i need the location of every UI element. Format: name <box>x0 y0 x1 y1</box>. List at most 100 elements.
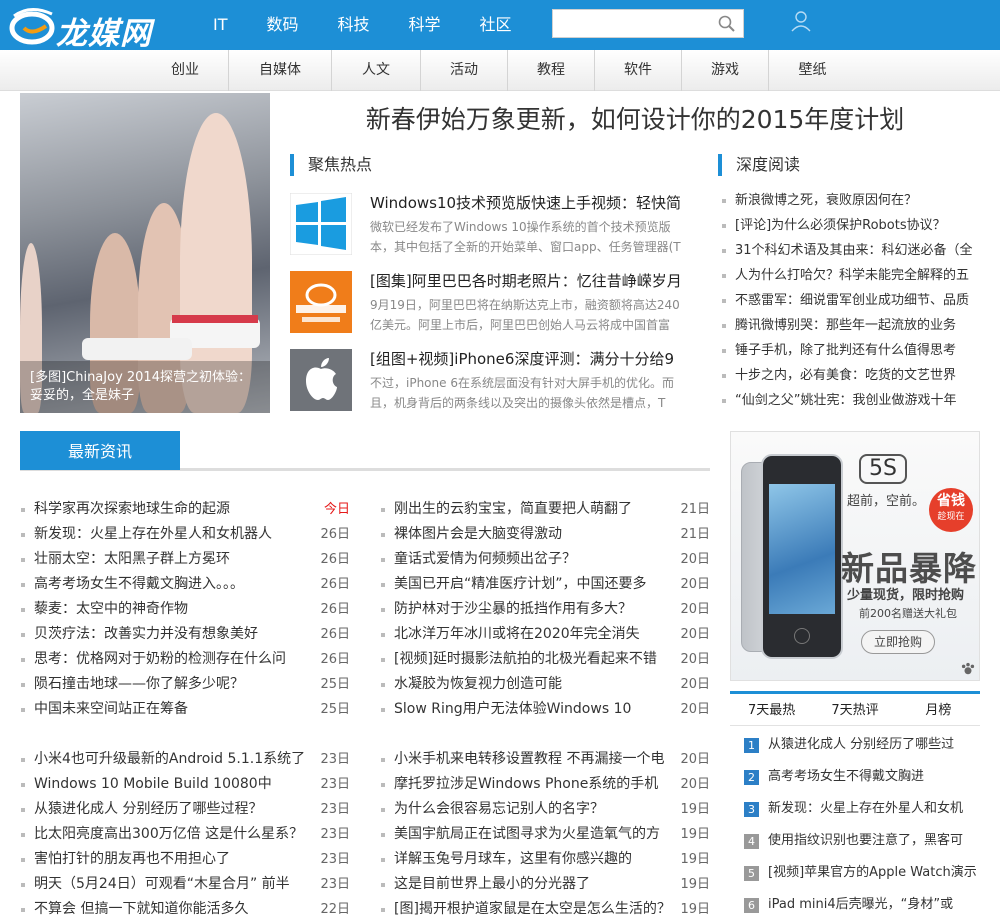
news-item-title[interactable]: 从猿进化成人 分别经历了哪些过程？ <box>34 797 309 822</box>
news-item-title[interactable]: [视频]延时摄影法航拍的北极光看起来不错 <box>394 647 669 672</box>
news-item-title[interactable]: 藜麦：太空中的神奇作物 <box>34 597 309 622</box>
deep-reading-item[interactable]: 31个科幻术语及其由来：科幻迷必备（全 <box>718 238 980 263</box>
deep-reading-item[interactable]: 十步之内，必有美食：吃货的文艺世界 <box>718 363 980 388</box>
ranking-item-title[interactable]: 新发现：火星上存在外星人和女机 <box>768 801 963 816</box>
tab-monthly[interactable]: 月榜 <box>897 694 980 725</box>
news-item-title[interactable]: 中国未来空间站正在筹备 <box>34 697 309 722</box>
news-item-title[interactable]: 新发现：火星上存在外星人和女机器人 <box>34 522 309 547</box>
main-nav-tech[interactable]: 科技 <box>330 0 378 50</box>
focus-item-title[interactable]: Windows10技术预览版快速上手视频：轻快简 <box>370 193 690 213</box>
news-item-title[interactable]: [图]揭开根护道家鼠是在太空是怎么生活的？ <box>394 897 669 922</box>
feature-image[interactable]: [多图]ChinaJoy 2014探营之初体验：妥妥的，全是妹子 <box>20 93 270 413</box>
ad-buy-button[interactable]: 立即抢购 <box>861 630 935 654</box>
news-item[interactable]: 摩托罗拉涉足Windows Phone系统的手机 20日 <box>380 772 710 797</box>
focus-item-title[interactable]: [组图+视频]iPhone6深度评测：满分十分给9 <box>370 349 690 369</box>
news-item-title[interactable]: 明天（5月24日）可观看“木星合月” 前半 <box>34 872 309 897</box>
news-item[interactable]: Slow Ring用户无法体验Windows 10 20日 <box>380 697 710 722</box>
deep-reading-item[interactable]: “仙剑之父”姚壮宪：我创业做游戏十年 <box>718 388 980 413</box>
focus-item[interactable]: [组图+视频]iPhone6深度评测：满分十分给9 不过，iPhone 6在系统… <box>290 349 690 411</box>
news-item[interactable]: 防护林对于沙尘暴的抵挡作用有多大？ 20日 <box>380 597 710 622</box>
main-nav-digital[interactable]: 数码 <box>259 0 307 50</box>
news-item[interactable]: 刚出生的云豹宝宝，简直要把人萌翻了 21日 <box>380 497 710 522</box>
news-item[interactable]: [图]揭开根护道家鼠是在太空是怎么生活的？ 19日 <box>380 897 710 922</box>
news-item[interactable]: 这是目前世界上最小的分光器了 19日 <box>380 872 710 897</box>
news-item-title[interactable]: 科学家再次探索地球生命的起源 <box>34 497 309 522</box>
main-nav-community[interactable]: 社区 <box>472 0 520 50</box>
news-item-title[interactable]: 比太阳亮度高出300万亿倍 这是什么星系？ <box>34 822 309 847</box>
deep-reading-item[interactable]: 不惑雷军：细说雷军创业成功细节、品质 <box>718 288 980 313</box>
news-item[interactable]: 裸体图片会是大脑变得激动 21日 <box>380 522 710 547</box>
sub-nav-humanities[interactable]: 人文 <box>332 50 421 91</box>
news-item[interactable]: 小米4也可升级最新的Android 5.1.1系统了 23日 <box>20 747 350 772</box>
news-item-title[interactable]: 防护林对于沙尘暴的抵挡作用有多大？ <box>394 597 669 622</box>
news-item[interactable]: 详解玉兔号月球车，这里有你感兴趣的 19日 <box>380 847 710 872</box>
sub-nav-tutorials[interactable]: 教程 <box>508 50 595 91</box>
news-item-title[interactable]: 贝茨疗法：改善实力并没有想象美好 <box>34 622 309 647</box>
news-item[interactable]: 藜麦：太空中的神奇作物 26日 <box>20 597 350 622</box>
ranking-item[interactable]: 1 从猿进化成人 分别经历了哪些过 <box>730 729 980 761</box>
news-item[interactable]: 北冰洋万年冰川或将在2020年完全消失 20日 <box>380 622 710 647</box>
focus-item[interactable]: Windows10技术预览版快速上手视频：轻快简 微软已经发布了Windows … <box>290 193 690 255</box>
sub-nav-we-media[interactable]: 自媒体 <box>229 50 332 91</box>
sub-nav-events[interactable]: 活动 <box>421 50 508 91</box>
news-item-title[interactable]: 美国已开启“精准医疗计划”，中国还要多 <box>394 572 669 597</box>
news-item[interactable]: Windows 10 Mobile Build 10080中 23日 <box>20 772 350 797</box>
ranking-item[interactable]: 3 新发现：火星上存在外星人和女机 <box>730 793 980 825</box>
news-item-title[interactable]: 思考：优格网对于奶粉的检测存在什么问 <box>34 647 309 672</box>
news-item[interactable]: 新发现：火星上存在外星人和女机器人 26日 <box>20 522 350 547</box>
deep-reading-item[interactable]: 锤子手机，除了批判还有什么值得思考 <box>718 338 980 363</box>
deep-reading-item[interactable]: [评论]为什么必须保护Robots协议？ <box>718 213 980 238</box>
site-logo[interactable]: 龙媒网 <box>8 6 173 52</box>
news-item-title[interactable]: 水凝胶为恢复视力创造可能 <box>394 672 669 697</box>
search-input[interactable] <box>553 10 713 37</box>
main-nav-it[interactable]: IT <box>205 0 236 50</box>
news-item[interactable]: 思考：优格网对于奶粉的检测存在什么问 26日 <box>20 647 350 672</box>
ranking-item[interactable]: 4 使用指纹识别也要注意了，黑客可 <box>730 825 980 857</box>
news-item-title[interactable]: 壮丽太空：太阳黑子群上方冕环 <box>34 547 309 572</box>
news-item-title[interactable]: 裸体图片会是大脑变得激动 <box>394 522 669 547</box>
news-item-title[interactable]: 小米4也可升级最新的Android 5.1.1系统了 <box>34 747 309 772</box>
news-item[interactable]: 高考考场女生不得戴文胸进入。。。 26日 <box>20 572 350 597</box>
news-item[interactable]: 童话式爱情为何频频出岔子？ 20日 <box>380 547 710 572</box>
latest-news-tab[interactable]: 最新资讯 <box>20 431 180 470</box>
news-item[interactable]: 中国未来空间站正在筹备 25日 <box>20 697 350 722</box>
news-item[interactable]: 科学家再次探索地球生命的起源 今日 <box>20 497 350 522</box>
news-item-title[interactable]: 这是目前世界上最小的分光器了 <box>394 872 669 897</box>
deep-reading-item[interactable]: 腾讯微博别哭：那些年一起流放的业务 <box>718 313 980 338</box>
ranking-item-title[interactable]: 使用指纹识别也要注意了，黑客可 <box>768 833 963 848</box>
news-item-title[interactable]: 摩托罗拉涉足Windows Phone系统的手机 <box>394 772 669 797</box>
headline[interactable]: 新春伊始万象更新，如何设计你的2015年度计划 <box>290 100 980 136</box>
ranking-item-title[interactable]: 高考考场女生不得戴文胸进 <box>768 769 924 784</box>
news-item-title[interactable]: 小米手机来电转移设置教程 不再漏接一个电 <box>394 747 669 772</box>
deep-reading-item[interactable]: 人为什么打哈欠？科学未能完全解释的五 <box>718 263 980 288</box>
news-item[interactable]: 不算会 但搞一下就知道你能活多久 22日 <box>20 897 350 922</box>
news-item[interactable]: 美国已开启“精准医疗计划”，中国还要多 20日 <box>380 572 710 597</box>
ranking-item-title[interactable]: [视频]苹果官方的Apple Watch演示 <box>768 865 977 880</box>
news-item-title[interactable]: 北冰洋万年冰川或将在2020年完全消失 <box>394 622 669 647</box>
tab-7day-comments[interactable]: 7天热评 <box>813 694 896 725</box>
ranking-item-title[interactable]: 从猿进化成人 分别经历了哪些过 <box>768 737 954 752</box>
deep-reading-item[interactable]: 新浪微博之死，衰败原因何在？ <box>718 188 980 213</box>
search-icon[interactable] <box>717 14 737 34</box>
sub-nav-wallpapers[interactable]: 壁纸 <box>769 50 856 91</box>
news-item-title[interactable]: 害怕打针的朋友再也不用担心了 <box>34 847 309 872</box>
news-item[interactable]: [视频]延时摄影法航拍的北极光看起来不错 20日 <box>380 647 710 672</box>
ranking-item-title[interactable]: iPad mini4后壳曝光，“身材”或 <box>768 897 953 912</box>
ranking-item[interactable]: 5 [视频]苹果官方的Apple Watch演示 <box>730 857 980 889</box>
sub-nav-startup[interactable]: 创业 <box>142 50 229 91</box>
iphone-ad-banner[interactable]: 5S 超前，空前。 省钱 趁现在 新品暴降 少量现货，限时抢购 前200名赠送大… <box>730 431 980 681</box>
news-item[interactable]: 美国宇航局正在试图寻求为火星造氧气的方 19日 <box>380 822 710 847</box>
ranking-item[interactable]: 6 iPad mini4后壳曝光，“身材”或 <box>730 889 980 921</box>
news-item-title[interactable]: 为什么会很容易忘记别人的名字？ <box>394 797 669 822</box>
tab-7day-hot[interactable]: 7天最热 <box>730 694 813 725</box>
news-item[interactable]: 从猿进化成人 分别经历了哪些过程？ 23日 <box>20 797 350 822</box>
news-item-title[interactable]: Slow Ring用户无法体验Windows 10 <box>394 697 669 722</box>
news-item-title[interactable]: 陨石撞击地球——你了解多少呢？ <box>34 672 309 697</box>
news-item[interactable]: 贝茨疗法：改善实力并没有想象美好 26日 <box>20 622 350 647</box>
user-icon[interactable] <box>789 9 813 33</box>
news-item-title[interactable]: 不算会 但搞一下就知道你能活多久 <box>34 897 309 922</box>
news-item-title[interactable]: Windows 10 Mobile Build 10080中 <box>34 772 309 797</box>
feature-caption[interactable]: [多图]ChinaJoy 2014探营之初体验：妥妥的，全是妹子 <box>20 361 270 413</box>
news-item[interactable]: 害怕打针的朋友再也不用担心了 23日 <box>20 847 350 872</box>
ranking-item[interactable]: 2 高考考场女生不得戴文胸进 <box>730 761 980 793</box>
